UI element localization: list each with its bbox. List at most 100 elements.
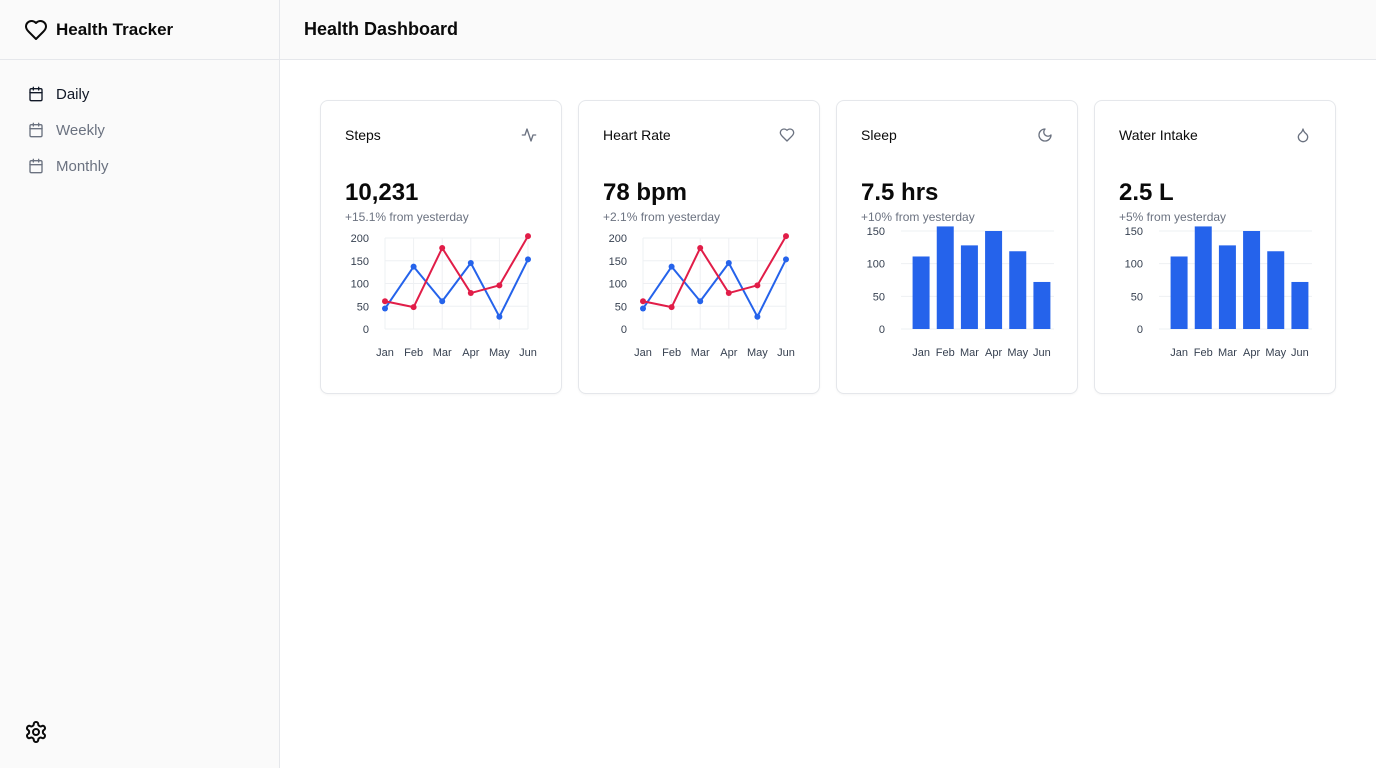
brand: Health Tracker — [0, 0, 279, 60]
sidebar-item-weekly[interactable]: Weekly — [0, 112, 279, 148]
y-tick-label: 0 — [1137, 324, 1143, 336]
y-tick-label: 100 — [867, 259, 885, 271]
page-title: Health Dashboard — [304, 19, 459, 39]
data-point — [668, 263, 675, 270]
bar — [985, 231, 1003, 329]
data-point — [640, 298, 646, 305]
sidebar-item-monthly[interactable]: Monthly — [0, 148, 279, 184]
x-tick-label: Apr — [720, 347, 737, 359]
bar — [912, 256, 930, 329]
y-tick-label: 50 — [1131, 291, 1143, 303]
data-point — [697, 298, 704, 305]
sleep-card: Sleep 7.5 hrs +10% from yesterday 0 50 100… — [836, 100, 1078, 394]
app-title: Health Tracker — [56, 19, 174, 39]
gear-icon[interactable] — [24, 720, 48, 744]
x-tick-label: Jan — [1170, 347, 1188, 359]
bar — [1194, 226, 1212, 329]
steps-card: Steps 10,231 +15.1% from yesterday 0 50 10… — [320, 100, 562, 394]
data-point — [496, 313, 503, 320]
x-tick-label: Feb — [404, 347, 423, 359]
bar — [1009, 251, 1027, 329]
data-point — [439, 245, 446, 252]
x-tick-label: Mar — [691, 347, 710, 359]
y-tick-label: 150 — [609, 256, 627, 268]
series-line — [642, 258, 787, 318]
y-tick-label: 200 — [351, 233, 369, 245]
bar — [960, 245, 978, 329]
x-tick-label: Jun — [1291, 347, 1309, 359]
data-point — [525, 256, 531, 263]
y-tick-label: 150 — [867, 226, 885, 238]
data-point — [410, 263, 417, 270]
calendar-icon — [28, 158, 44, 174]
x-tick-label: May — [1265, 347, 1286, 359]
data-point — [439, 298, 446, 305]
y-tick-label: 50 — [615, 301, 627, 313]
page-header: Health Dashboard — [280, 0, 1376, 60]
bar — [1170, 256, 1188, 329]
x-tick-label: Mar — [433, 347, 452, 359]
water-intake-card: Water Intake 2.5 L +5% from yesterday 05… — [1094, 100, 1336, 394]
heart-rate-chart: 0 50 100 150 200 Jan Feb Mar Apr May Jun — [609, 233, 795, 359]
data-point — [525, 233, 531, 240]
data-point — [754, 313, 761, 320]
heart-rate-card: Heart Rate 78 bpm +2.1% from yesterday 0… — [578, 100, 820, 394]
sidebar-item-daily[interactable]: Daily — [0, 76, 279, 112]
x-tick-label: May — [489, 347, 510, 359]
data-point — [382, 305, 388, 312]
sidebar-item-label: Monthly — [56, 157, 109, 175]
x-tick-label: Apr — [462, 347, 479, 359]
bar — [1243, 231, 1261, 329]
y-tick-label: 100 — [1125, 259, 1143, 271]
y-tick-label: 200 — [609, 233, 627, 245]
x-tick-label: Feb — [936, 347, 955, 359]
steps-chart: 0 50 100 150 200 Jan Feb Mar Apr May Jun — [351, 233, 537, 359]
calendar-icon — [28, 86, 44, 102]
data-point — [668, 304, 675, 311]
x-tick-label: Feb — [662, 347, 681, 359]
data-point — [640, 305, 646, 312]
x-tick-label: May — [747, 347, 768, 359]
x-tick-label: Apr — [985, 347, 1002, 359]
x-tick-label: Jan — [376, 347, 394, 359]
y-tick-label: 50 — [357, 301, 369, 313]
y-tick-label: 100 — [351, 279, 369, 291]
y-tick-label: 50 — [873, 291, 885, 303]
series-line — [642, 235, 787, 309]
bar — [1267, 251, 1285, 329]
y-tick-label: 0 — [621, 324, 627, 336]
bar — [1033, 281, 1051, 329]
x-tick-label: Jan — [634, 347, 652, 359]
data-point — [467, 260, 474, 267]
sidebar: Health Tracker Daily Weekly Monthly — [0, 0, 280, 768]
bar — [936, 226, 954, 329]
sleep-chart: 0 50 100 150 Jan Feb Mar Apr May Jun — [867, 226, 1054, 359]
sidebar-item-label: Weekly — [56, 121, 105, 139]
water-intake-chart: 0 50 100 150 Jan Feb Mar Apr May Jun — [1125, 226, 1312, 359]
data-point — [783, 233, 789, 240]
x-tick-label: Jan — [912, 347, 930, 359]
x-tick-label: Mar — [1218, 347, 1237, 359]
series-line — [384, 235, 529, 309]
data-point — [725, 290, 732, 297]
x-tick-label: Jun — [1033, 347, 1051, 359]
y-tick-label: 100 — [609, 279, 627, 291]
sidebar-nav: Daily Weekly Monthly — [0, 60, 279, 184]
data-point — [467, 290, 474, 297]
x-tick-label: Feb — [1194, 347, 1213, 359]
series-line — [384, 258, 529, 318]
y-tick-label: 0 — [879, 324, 885, 336]
data-point — [725, 260, 732, 267]
data-point — [382, 298, 388, 305]
data-point — [697, 245, 704, 252]
x-tick-label: Mar — [960, 347, 979, 359]
data-point — [410, 304, 417, 311]
x-tick-label: Jun — [777, 347, 795, 359]
y-tick-label: 150 — [351, 256, 369, 268]
x-tick-label: May — [1007, 347, 1028, 359]
bar — [1291, 281, 1309, 329]
sidebar-item-label: Daily — [56, 85, 90, 103]
data-point — [783, 256, 789, 263]
bar — [1218, 245, 1236, 329]
x-tick-label: Apr — [1243, 347, 1260, 359]
